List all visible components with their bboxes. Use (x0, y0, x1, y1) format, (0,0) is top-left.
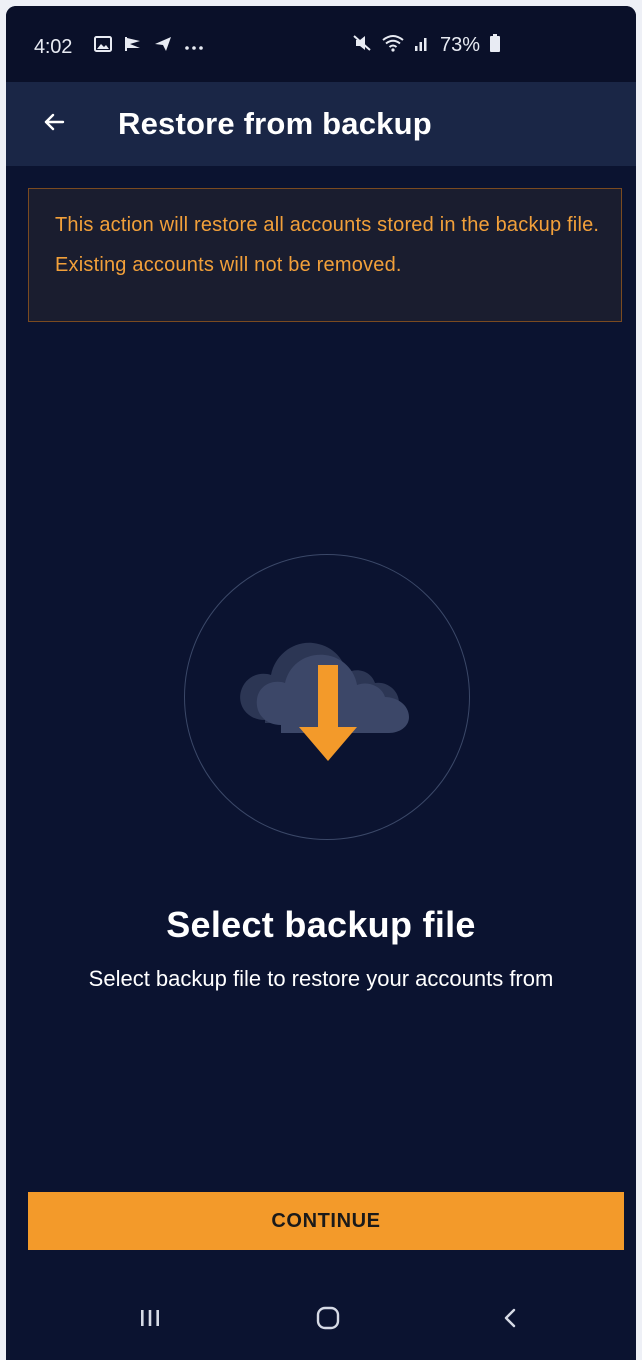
section-heading: Select backup file (166, 904, 476, 945)
gallery-icon (94, 36, 112, 57)
status-bar: 4:02 73% (6, 6, 636, 82)
more-dots-icon (184, 38, 204, 56)
app-bar: Restore from backup (6, 82, 636, 166)
battery-icon (490, 34, 501, 57)
backup-illustration (184, 554, 470, 840)
status-right-icons: 73% (352, 34, 501, 57)
warning-banner: This action will restore all accounts st… (28, 188, 622, 322)
wifi-icon (382, 34, 404, 57)
section-subheading: Select backup file to restore your accou… (88, 966, 554, 991)
recents-button[interactable] (120, 1298, 180, 1342)
home-icon (315, 1305, 341, 1336)
mute-icon (352, 34, 372, 57)
page-title: Restore from backup (118, 106, 432, 141)
system-nav-bar (6, 1286, 636, 1360)
nav-back-button[interactable] (480, 1298, 540, 1342)
status-left-icons (94, 36, 204, 57)
warning-text: This action will restore all accounts st… (55, 214, 600, 276)
cloud-download-icon (240, 642, 409, 761)
send-icon (154, 36, 172, 57)
flag-icon (124, 36, 142, 57)
phone-screen: 4:02 73% Restore from backup This action… (6, 6, 636, 1360)
status-time: 4:02 (34, 36, 73, 58)
recents-icon (139, 1308, 161, 1333)
signal-icon (414, 34, 430, 57)
back-button[interactable] (28, 98, 80, 150)
battery-percent: 73% (440, 34, 481, 56)
home-button[interactable] (298, 1298, 358, 1342)
continue-button-label: CONTINUE (271, 1209, 381, 1232)
nav-back-icon (502, 1307, 518, 1334)
arrow-left-icon (42, 110, 66, 139)
continue-button[interactable]: CONTINUE (28, 1192, 624, 1250)
